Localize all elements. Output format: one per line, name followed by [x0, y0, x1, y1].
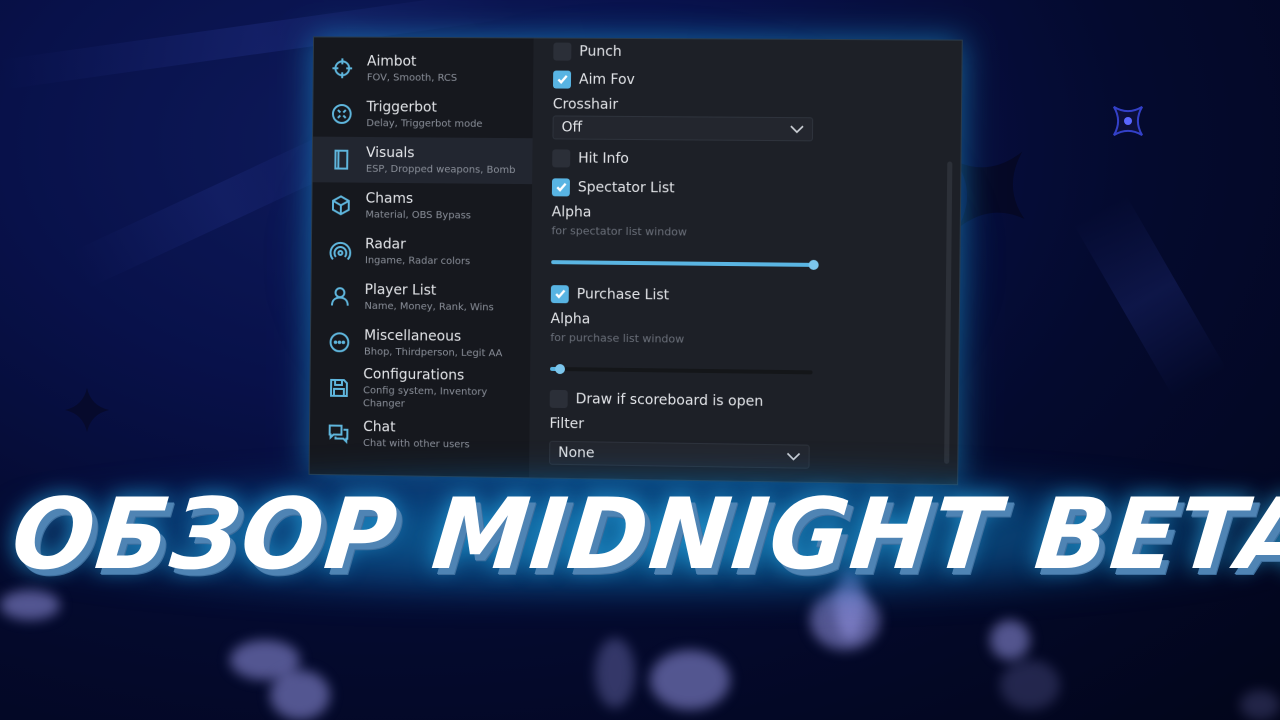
- spectator-list-label: Spectator List: [577, 179, 675, 196]
- draw-scoreboard-label: Draw if scoreboard is open: [575, 390, 764, 410]
- settings-panel: Punch Aim Fov Crosshair Off Hit Info Spe…: [529, 38, 962, 485]
- check-icon: [556, 73, 569, 86]
- chevron-down-icon: [786, 451, 800, 461]
- sidebar-item-title: Aimbot: [366, 53, 417, 70]
- sidebar-item-subtitle: Bhop, Thirdperson, Legit AA: [363, 346, 503, 359]
- sidebar-item-aimbot[interactable]: Aimbot FOV, Smooth, RCS: [314, 45, 534, 92]
- sidebar-item-chat[interactable]: Chat Chat with other users: [310, 410, 530, 459]
- sidebar-item-title: Player List: [364, 281, 437, 299]
- sidebar-item-title: Chams: [365, 190, 414, 207]
- sidebar-item-subtitle: Material, OBS Bypass: [365, 209, 472, 221]
- aim-fov-row: Aim Fov: [552, 65, 962, 97]
- target-arrows-icon: [325, 97, 359, 131]
- sidebar-item-title: Miscellaneous: [364, 327, 462, 345]
- save-icon: [322, 371, 355, 405]
- check-icon: [553, 287, 566, 300]
- sidebar-item-subtitle: Name, Money, Rank, Wins: [364, 300, 494, 313]
- spectator-alpha-slider[interactable]: [551, 253, 819, 274]
- hit-info-row: Hit Info: [552, 143, 961, 175]
- filter-select[interactable]: None: [549, 440, 810, 469]
- purchase-list-row: Purchase List: [550, 279, 959, 313]
- slider-handle[interactable]: [808, 259, 819, 270]
- punch-label: Punch: [579, 43, 622, 60]
- sidebar-item-configurations[interactable]: Configurations Config system, Inventory …: [310, 365, 530, 414]
- sidebar-item-subtitle: Chat with other users: [362, 437, 470, 451]
- user-icon: [323, 280, 357, 314]
- slider-track: [550, 366, 813, 375]
- sidebar-item-subtitle: FOV, Smooth, RCS: [366, 71, 458, 84]
- spectator-list-checkbox[interactable]: [551, 177, 570, 196]
- crosshair-select[interactable]: Off: [552, 115, 814, 142]
- filter-value: None: [558, 444, 595, 462]
- punch-row: Punch: [553, 39, 962, 67]
- sidebar-item-chams[interactable]: Chams Material, OBS Bypass: [312, 182, 532, 230]
- aim-fov-checkbox[interactable]: [552, 70, 572, 89]
- cheat-menu-window: Aimbot FOV, Smooth, RCS Triggerbot Delay…: [308, 36, 963, 486]
- spectator-list-row: Spectator List: [551, 172, 961, 205]
- sidebar-item-title: Triggerbot: [366, 98, 437, 116]
- sidebar-item-subtitle: Ingame, Radar colors: [364, 254, 471, 267]
- aim-fov-label: Aim Fov: [578, 71, 635, 88]
- sidebar-item-title: Configurations: [363, 366, 465, 384]
- purchase-alpha-slider[interactable]: [550, 360, 813, 381]
- sidebar-item-title: Visuals: [365, 144, 415, 161]
- more-dots-icon: [323, 325, 357, 359]
- panel-icon: [324, 143, 358, 177]
- thumbnail-title: ОБЗОР MIDNIGHT BETA: [6, 478, 1280, 592]
- purchase-list-checkbox[interactable]: [550, 284, 569, 303]
- sidebar-item-subtitle: Config system, Inventory Changer: [362, 385, 488, 410]
- punch-checkbox[interactable]: [553, 42, 572, 61]
- check-icon: [554, 180, 567, 193]
- hit-info-checkbox[interactable]: [552, 148, 571, 167]
- crosshair-label: Crosshair: [552, 96, 619, 113]
- sidebar-item-triggerbot[interactable]: Triggerbot Delay, Triggerbot mode: [313, 91, 533, 138]
- sparkle-icon: [1112, 105, 1144, 137]
- radar-icon: [323, 234, 357, 268]
- crosshair-value: Off: [561, 119, 583, 136]
- purchase-list-label: Purchase List: [576, 285, 670, 303]
- draw-scoreboard-checkbox[interactable]: [549, 389, 568, 408]
- sidebar-item-radar[interactable]: Radar Ingame, Radar colors: [312, 228, 532, 276]
- slider-fill: [551, 260, 814, 267]
- hit-info-label: Hit Info: [578, 150, 629, 167]
- sidebar: Aimbot FOV, Smooth, RCS Triggerbot Delay…: [309, 37, 534, 478]
- sidebar-item-subtitle: ESP, Dropped weapons, Bomb: [365, 163, 516, 176]
- sidebar-item-subtitle: Delay, Triggerbot mode: [366, 117, 483, 130]
- chevron-down-icon: [790, 124, 804, 134]
- crosshair-icon: [325, 51, 359, 85]
- sidebar-item-miscellaneous[interactable]: Miscellaneous Bhop, Thirdperson, Legit A…: [311, 319, 531, 368]
- cube-icon: [324, 188, 358, 222]
- sidebar-item-title: Chat: [363, 418, 396, 435]
- sparkle-icon: [65, 388, 109, 432]
- filter-label: Filter: [549, 415, 585, 433]
- chat-icon: [322, 416, 356, 450]
- slider-handle[interactable]: [555, 363, 566, 375]
- sidebar-item-player-list[interactable]: Player List Name, Money, Rank, Wins: [311, 273, 531, 321]
- sidebar-item-title: Radar: [365, 235, 406, 253]
- sidebar-item-visuals[interactable]: Visuals ESP, Dropped weapons, Bomb: [312, 136, 533, 185]
